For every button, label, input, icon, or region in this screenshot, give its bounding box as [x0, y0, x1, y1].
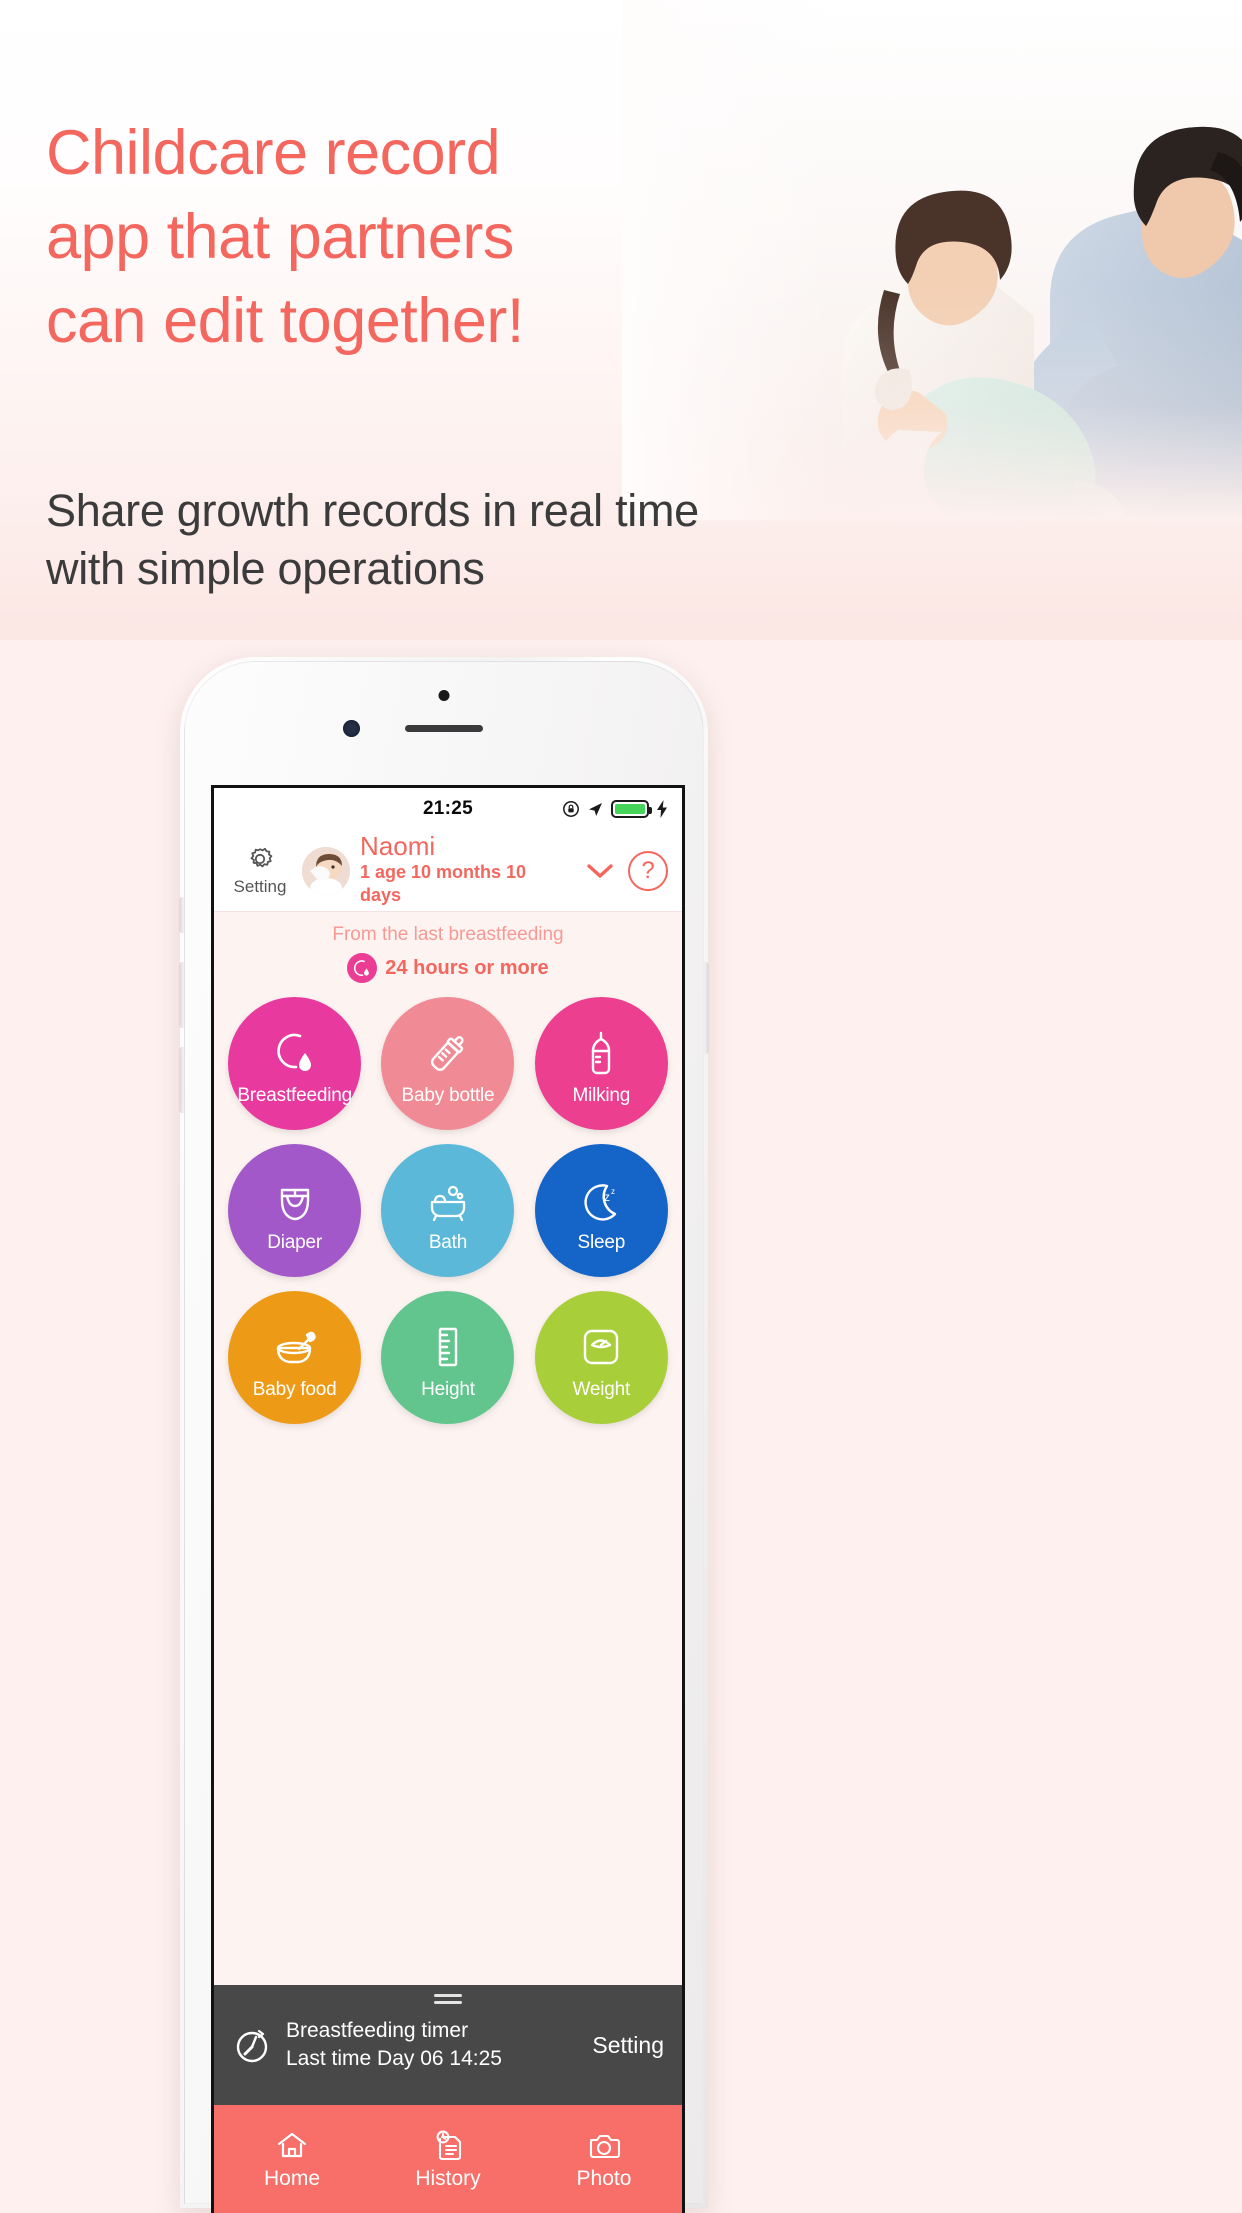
rotation-lock-icon — [562, 800, 580, 818]
help-button-label: ? — [641, 856, 655, 884]
action-label: Milking — [572, 1084, 631, 1106]
action-height[interactable]: Height — [381, 1291, 515, 1424]
last-feeding-title: From the last breastfeeding — [332, 924, 564, 945]
action-breastfeeding[interactable]: Breastfeeding — [228, 997, 362, 1130]
action-label: Baby bottle — [401, 1084, 495, 1106]
battery-icon — [611, 800, 652, 818]
tab-home[interactable]: Home — [214, 2105, 370, 2213]
grid-cell: Breastfeeding — [222, 997, 367, 1130]
stopwatch-icon — [232, 2025, 272, 2065]
phone-power-button — [704, 962, 709, 1054]
help-button[interactable]: ? — [628, 850, 668, 891]
front-camera — [343, 720, 360, 737]
timer-setting-button[interactable]: Setting — [592, 2032, 664, 2059]
grid-cell: Diaper — [222, 1144, 367, 1277]
svg-text:z: z — [611, 1187, 615, 1196]
action-weight[interactable]: Weight — [534, 1291, 668, 1424]
action-label: Breastfeeding — [237, 1084, 352, 1106]
home-icon — [275, 2128, 309, 2162]
status-clock: 21:25 — [422, 798, 474, 819]
gear-icon — [245, 845, 275, 875]
action-sleep[interactable]: z z Sleep — [534, 1144, 668, 1277]
status-bar: 21:25 — [214, 788, 682, 830]
last-feeding-value: 24 hours or more — [385, 956, 549, 979]
baby-age: 1 age 10 months 10 days — [360, 861, 527, 906]
timer-text: Breastfeeding timer Last time Day 06 14:… — [286, 2017, 502, 2074]
baby-name: Naomi — [360, 831, 436, 862]
action-label: Sleep — [577, 1231, 626, 1253]
drag-handle[interactable] — [434, 1994, 462, 2008]
bottom-tab-bar: Home History Photo — [214, 2105, 682, 2213]
milking-pump-icon — [575, 1025, 627, 1081]
baby-info[interactable]: Naomi 1 age 10 months 10 days — [360, 833, 572, 907]
grid-cell: Bath — [375, 1144, 520, 1277]
phone-body: 21:25 Setting Naomi 1 age 10 months 10 d… — [179, 661, 709, 2213]
action-baby-bottle[interactable]: Baby bottle — [381, 997, 515, 1130]
grid-cell: Baby food — [222, 1291, 367, 1424]
breastfeeding-icon — [347, 953, 378, 983]
bowl-spoon-icon — [269, 1319, 321, 1375]
tab-label: Photo — [576, 2166, 632, 2190]
tab-label: Home — [263, 2166, 321, 2190]
bathtub-icon — [422, 1172, 474, 1228]
action-bath[interactable]: Bath — [381, 1144, 515, 1277]
camera-icon — [587, 2128, 621, 2162]
tab-label: History — [415, 2166, 481, 2190]
phone-mute-switch — [179, 897, 184, 933]
scale-icon — [575, 1319, 627, 1375]
tab-history[interactable]: History — [370, 2105, 526, 2213]
avatar[interactable] — [302, 846, 350, 895]
action-label: Diaper — [267, 1231, 323, 1253]
grid-cell: Weight — [529, 1291, 674, 1424]
action-label: Bath — [428, 1231, 468, 1253]
phone-volume-up-button — [179, 962, 184, 1028]
page-subtitle: Share growth records in real time with s… — [46, 485, 699, 594]
action-grid: Breastfeeding Baby bottle Milking Diaper… — [214, 997, 682, 1424]
setting-button-label: Setting — [233, 876, 287, 896]
action-milking[interactable]: Milking — [534, 997, 668, 1130]
grid-cell: z z Sleep — [529, 1144, 674, 1277]
phone-volume-down-button — [179, 1047, 184, 1113]
breastfeeding-timer-bar[interactable]: Breastfeeding timer Last time Day 06 14:… — [214, 1985, 682, 2105]
moon-sleep-icon: z z — [575, 1172, 627, 1228]
page-title: Childcare record app that partners can e… — [46, 118, 524, 356]
setting-button[interactable]: Setting — [228, 845, 292, 897]
grid-cell: Milking — [529, 997, 674, 1130]
proximity-sensor — [438, 690, 450, 701]
action-baby-food[interactable]: Baby food — [228, 1291, 362, 1424]
timer-title: Breastfeeding timer — [286, 2018, 469, 2042]
home-content: From the last breastfeeding 24 hours or … — [214, 912, 682, 1985]
action-label: Height — [421, 1378, 475, 1400]
chevron-down-icon[interactable] — [582, 863, 618, 879]
svg-text:z: z — [604, 1190, 610, 1204]
action-label: Weight — [572, 1378, 631, 1400]
charging-bolt-icon — [656, 800, 668, 818]
status-icons — [562, 800, 668, 818]
history-icon — [431, 2128, 465, 2162]
phone-mockup: 21:25 Setting Naomi 1 age 10 months 10 d… — [179, 657, 709, 2213]
last-feeding-row: 24 hours or more — [347, 953, 549, 983]
tab-photo[interactable]: Photo — [526, 2105, 682, 2213]
grid-cell: Height — [375, 1291, 520, 1424]
baby-bottle-icon — [422, 1025, 474, 1081]
timer-last-time: Last time Day 06 14:25 — [286, 2047, 502, 2070]
phone-screen: 21:25 Setting Naomi 1 age 10 months 10 d… — [211, 785, 685, 2213]
location-arrow-icon — [587, 801, 604, 818]
ruler-icon — [422, 1319, 474, 1375]
earpiece-speaker — [405, 725, 483, 732]
diaper-icon — [269, 1172, 321, 1228]
app-header: Setting Naomi 1 age 10 months 10 days ? — [214, 830, 682, 912]
breastfeeding-icon — [269, 1025, 321, 1081]
action-label: Baby food — [252, 1378, 337, 1400]
grid-cell: Baby bottle — [375, 997, 520, 1130]
action-diaper[interactable]: Diaper — [228, 1144, 362, 1277]
